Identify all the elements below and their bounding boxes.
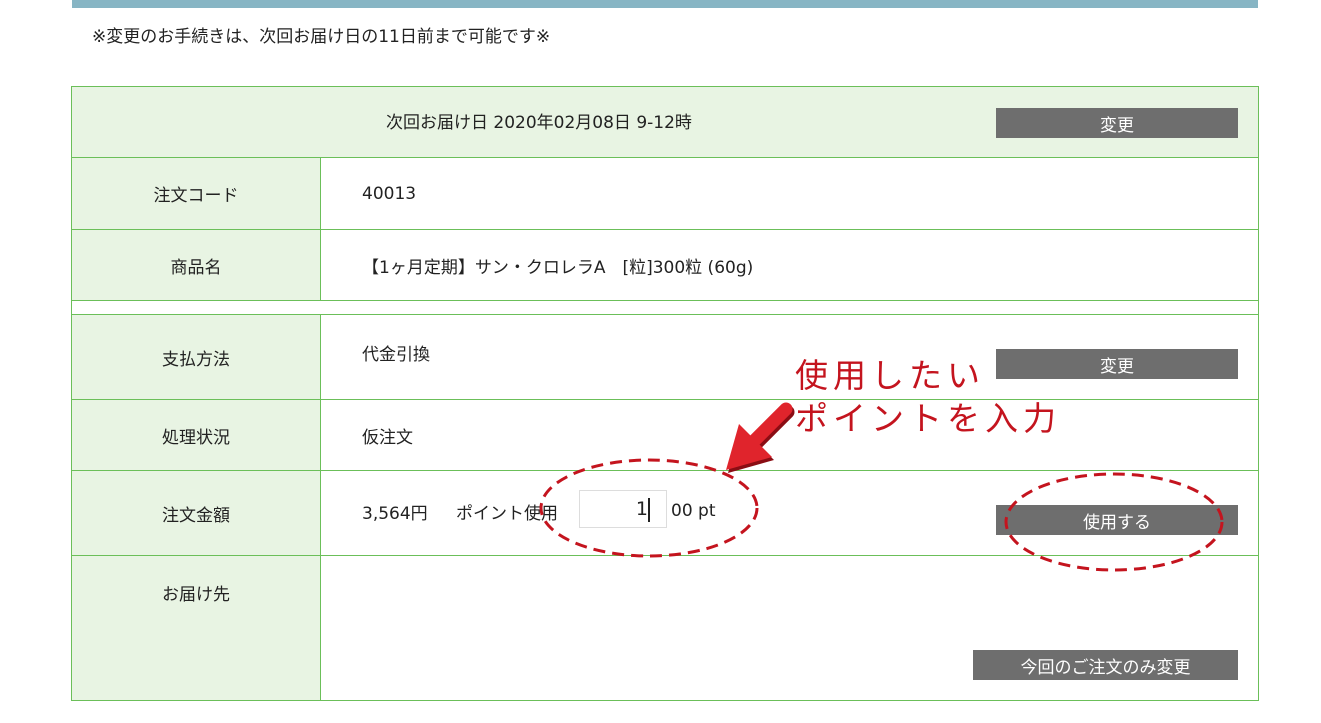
- use-button-highlight-ellipse: [1004, 472, 1224, 572]
- annotation-arrow-icon: [726, 402, 795, 473]
- annotation-overlay: [539, 402, 1224, 572]
- point-input-highlight-ellipse: [539, 458, 759, 558]
